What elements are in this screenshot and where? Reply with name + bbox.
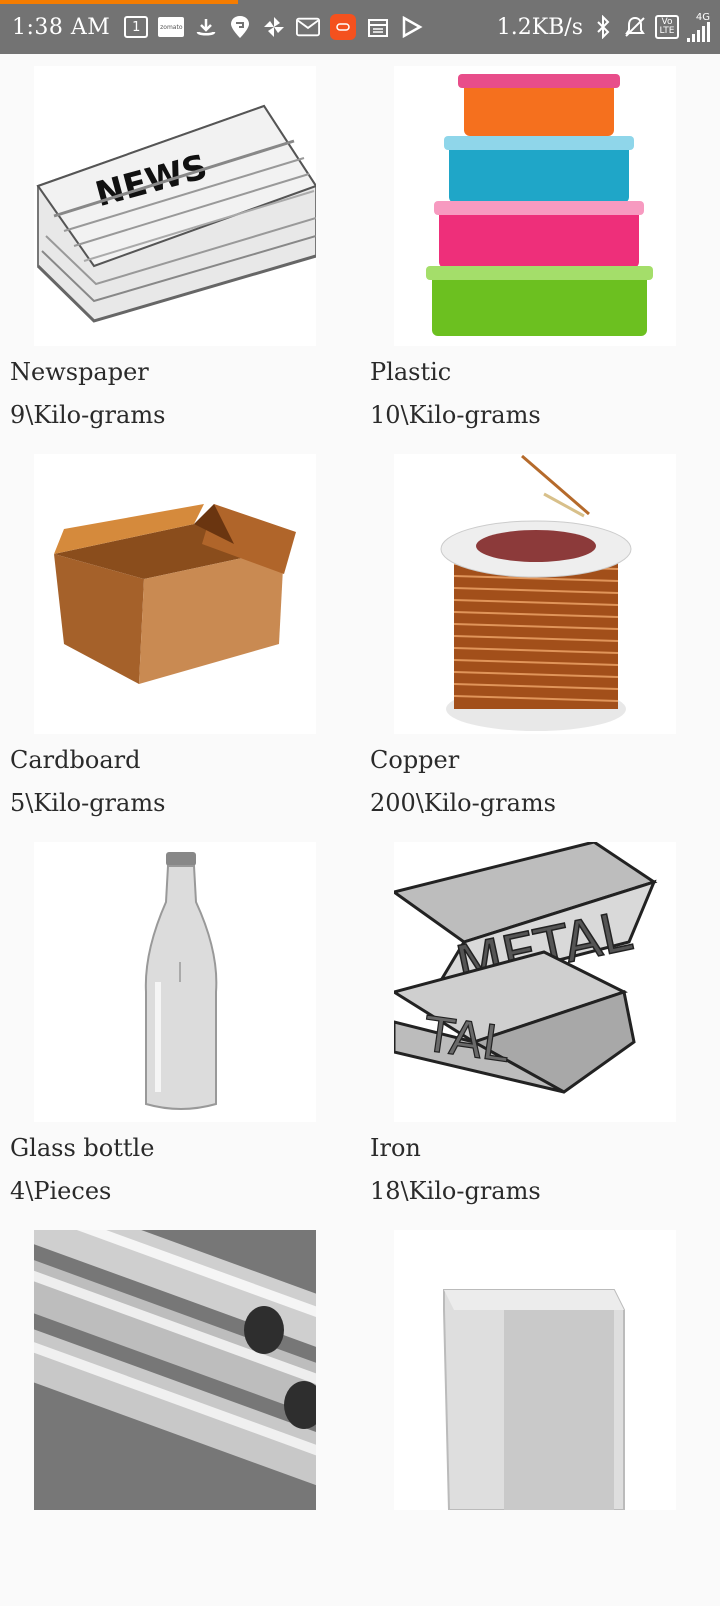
copper-wire-image [394, 454, 676, 734]
cardboard-box-image [34, 454, 316, 734]
swiggy-icon [228, 15, 252, 39]
list-item[interactable]: NEWS Newspaper 9\Kilo-grams [0, 54, 360, 442]
plastic-containers-image [394, 66, 676, 346]
pinwheel-icon [262, 15, 286, 39]
item-name: Copper [370, 746, 460, 774]
zomato-icon: zomato [158, 17, 185, 37]
gmail-icon [296, 15, 321, 39]
calendar-icon [366, 15, 390, 39]
item-name: Glass bottle [10, 1134, 155, 1162]
glass-bottle-image [34, 842, 316, 1122]
newspaper-image: NEWS [34, 66, 316, 346]
item-name: Newspaper [10, 358, 149, 386]
loading-progress-bar [0, 0, 238, 4]
app-icon [330, 14, 357, 40]
list-item[interactable]: Copper 200\Kilo-grams [360, 442, 720, 830]
metal-ingots-image: METAL TAL [394, 842, 676, 1122]
item-quantity: 18\Kilo-grams [370, 1177, 541, 1205]
list-item[interactable]: Glass bottle 4\Pieces [0, 830, 360, 1218]
list-item[interactable]: Plastic 10\Kilo-grams [360, 54, 720, 442]
metal-ingot-text-2: TAL [420, 1006, 513, 1073]
item-quantity: 200\Kilo-grams [370, 789, 556, 817]
play-store-icon [400, 15, 424, 39]
signal-icon: 4G [687, 12, 710, 42]
item-quantity: 9\Kilo-grams [10, 401, 166, 429]
status-bar: 1:38 AM 1 zomato 1.2KB/s Vo LTE 4G [0, 0, 720, 54]
items-grid: NEWS Newspaper 9\Kilo-grams Plastic 10\K… [0, 54, 720, 1606]
list-item[interactable] [0, 1218, 360, 1606]
volte-icon: Vo LTE [655, 15, 679, 39]
tin-can-image [394, 1230, 676, 1510]
item-quantity: 10\Kilo-grams [370, 401, 541, 429]
item-name: Cardboard [10, 746, 141, 774]
calendar-1-icon: 1 [124, 16, 149, 38]
list-item[interactable]: Cardboard 5\Kilo-grams [0, 442, 360, 830]
network-speed: 1.2KB/s [496, 14, 583, 40]
item-name: Plastic [370, 358, 452, 386]
download-icon [194, 15, 218, 39]
list-item[interactable]: METAL TAL Iron 18\Kilo-grams [360, 830, 720, 1218]
status-time: 1:38 AM [12, 14, 111, 40]
steel-pipes-image [34, 1230, 316, 1510]
item-quantity: 4\Pieces [10, 1177, 112, 1205]
mute-icon [623, 15, 647, 39]
bluetooth-icon [591, 15, 615, 39]
list-item[interactable] [360, 1218, 720, 1606]
item-name: Iron [370, 1134, 421, 1162]
item-quantity: 5\Kilo-grams [10, 789, 166, 817]
